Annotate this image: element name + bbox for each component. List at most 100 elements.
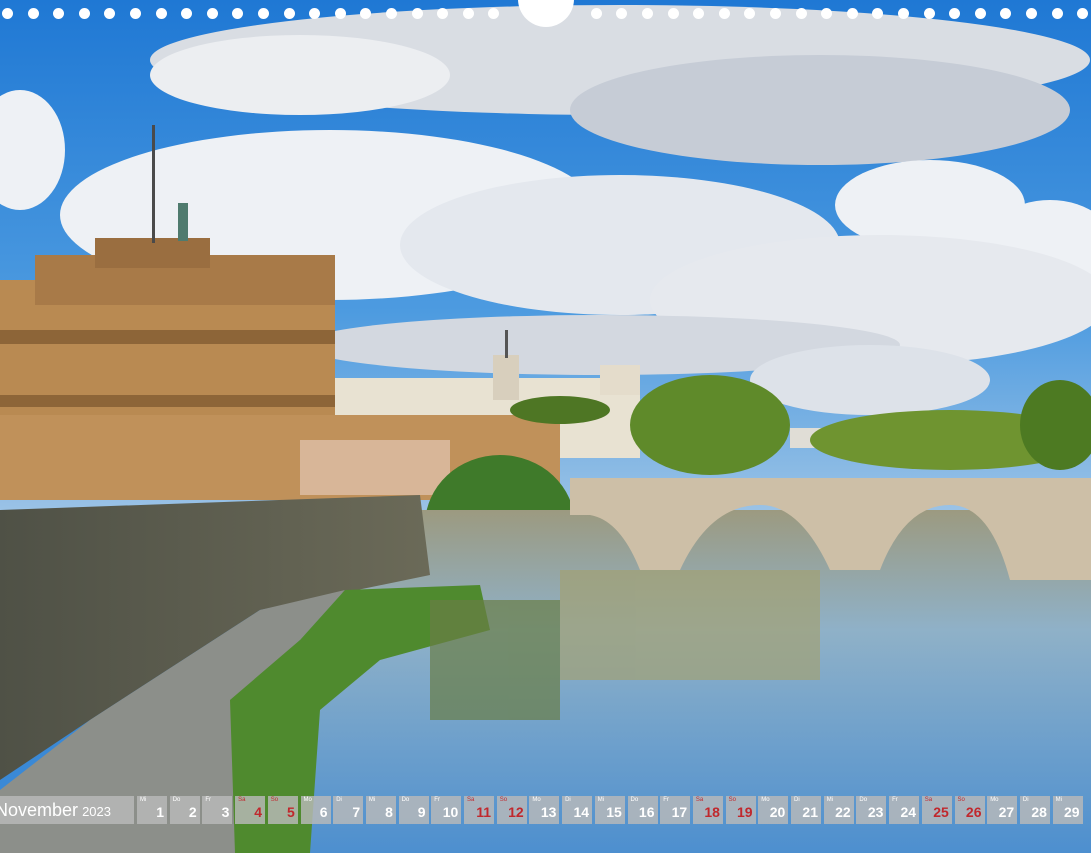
binding-hole bbox=[846, 8, 858, 19]
binding-hole bbox=[206, 8, 218, 19]
day-cell: So 12 bbox=[496, 796, 527, 824]
month-year: 2023 bbox=[82, 804, 111, 819]
binding-hole bbox=[283, 8, 295, 19]
day-abbr: Mi bbox=[826, 797, 834, 803]
binding-hole bbox=[693, 8, 705, 19]
day-abbr: Sa bbox=[924, 797, 933, 803]
day-abbr: Sa bbox=[695, 797, 704, 803]
day-number: 6 bbox=[319, 804, 328, 820]
binding-hole bbox=[923, 8, 935, 19]
day-number: 15 bbox=[606, 804, 622, 820]
binding-hole bbox=[411, 8, 423, 19]
day-abbr: So bbox=[957, 797, 965, 803]
day-number: 14 bbox=[573, 804, 590, 820]
day-cell: Do 23 bbox=[856, 796, 887, 824]
day-number: 7 bbox=[352, 804, 361, 820]
day-cell: Mi 29 bbox=[1052, 796, 1083, 824]
day-number: 3 bbox=[221, 804, 230, 820]
day-abbr: Do bbox=[630, 797, 639, 803]
binding-hole bbox=[232, 8, 244, 19]
day-cell: Mo 20 bbox=[758, 796, 789, 824]
day-cell: Sa 18 bbox=[692, 796, 723, 824]
calendar-binding bbox=[0, 0, 1091, 27]
day-abbr: Di bbox=[565, 797, 571, 803]
binding-hole bbox=[2, 8, 13, 19]
binding-hole bbox=[718, 8, 730, 19]
day-cell: So 19 bbox=[725, 796, 756, 824]
binding-hole bbox=[437, 8, 449, 19]
day-number: 10 bbox=[442, 804, 459, 820]
day-number: 25 bbox=[933, 804, 949, 820]
binding-hole bbox=[1051, 8, 1063, 19]
bridge bbox=[570, 478, 1091, 580]
binding-hole bbox=[334, 8, 346, 19]
day-number: 13 bbox=[540, 804, 557, 820]
day-abbr: Fr bbox=[434, 797, 440, 803]
binding-hole bbox=[309, 8, 321, 19]
day-cell: So 5 bbox=[267, 796, 298, 824]
day-abbr: Mi bbox=[368, 797, 376, 803]
day-abbr: Do bbox=[172, 797, 181, 803]
day-cell: Do 2 bbox=[169, 796, 200, 824]
day-cell: Mo 6 bbox=[300, 796, 331, 824]
day-number: 18 bbox=[704, 804, 720, 820]
binding-hole bbox=[155, 8, 167, 19]
binding-hole bbox=[590, 8, 602, 19]
photo-castel-sant-angelo bbox=[0, 0, 1091, 853]
day-cell: Sa 25 bbox=[921, 796, 952, 824]
day-number: 17 bbox=[671, 804, 688, 820]
day-abbr: Fr bbox=[892, 797, 898, 803]
day-cell: Mi 15 bbox=[594, 796, 625, 824]
day-abbr: So bbox=[499, 797, 508, 803]
binding-hole bbox=[53, 8, 65, 19]
binding-hole bbox=[1026, 8, 1037, 19]
calendar-bar: November 2023 Mi 1 Do 2 Fr 3 Sa 4 So 5 Mo 6 Di 7 Mi 8 Do… bbox=[0, 796, 1091, 824]
binding-hole bbox=[872, 8, 884, 19]
day-abbr: Di bbox=[336, 797, 342, 803]
day-cell: Di 14 bbox=[562, 796, 593, 824]
day-abbr: Mi bbox=[140, 797, 147, 803]
binding-hole bbox=[181, 8, 193, 19]
day-number: 22 bbox=[835, 804, 851, 820]
day-cell: Sa 4 bbox=[235, 796, 266, 824]
binding-hole bbox=[488, 8, 500, 19]
binding-hole bbox=[795, 8, 807, 19]
day-abbr: Mi bbox=[597, 797, 605, 803]
day-abbr: Do bbox=[401, 797, 410, 803]
day-abbr: Sa bbox=[467, 797, 475, 803]
day-abbr: Sa bbox=[238, 797, 246, 803]
binding-hole bbox=[130, 8, 141, 19]
day-number: 16 bbox=[638, 804, 655, 820]
day-abbr: Mo bbox=[303, 797, 312, 803]
day-number: 27 bbox=[998, 804, 1015, 820]
binding-hole bbox=[821, 8, 833, 19]
binding-hole bbox=[974, 8, 986, 19]
binding-hole bbox=[1077, 8, 1089, 19]
binding-hole bbox=[744, 8, 756, 19]
day-number: 9 bbox=[417, 804, 426, 820]
binding-hole bbox=[642, 8, 653, 19]
binding-hole bbox=[386, 8, 397, 19]
binding-hole bbox=[949, 8, 961, 19]
day-cell: Do 16 bbox=[627, 796, 658, 824]
binding-hole bbox=[667, 8, 679, 19]
day-cell: Do 9 bbox=[398, 796, 429, 824]
day-abbr: Fr bbox=[205, 797, 212, 803]
day-cell: Mi 1 bbox=[137, 796, 167, 824]
binding-hole bbox=[1000, 8, 1012, 19]
day-abbr: Mo bbox=[761, 797, 770, 803]
day-abbr: Di bbox=[794, 797, 800, 803]
binding-hole bbox=[104, 8, 116, 19]
binding-hole bbox=[898, 8, 909, 19]
day-number: 11 bbox=[476, 804, 491, 820]
hanger-hole bbox=[518, 0, 574, 27]
day-cell: Fr 10 bbox=[431, 796, 462, 824]
day-cell: Mo 27 bbox=[987, 796, 1018, 824]
day-abbr: So bbox=[270, 797, 279, 803]
day-cell: Sa 11 bbox=[464, 796, 494, 824]
day-abbr: So bbox=[728, 797, 736, 803]
day-cell: Fr 24 bbox=[889, 796, 920, 824]
day-abbr: Di bbox=[1022, 797, 1029, 803]
day-number: 26 bbox=[965, 804, 982, 820]
binding-hole bbox=[27, 8, 39, 19]
